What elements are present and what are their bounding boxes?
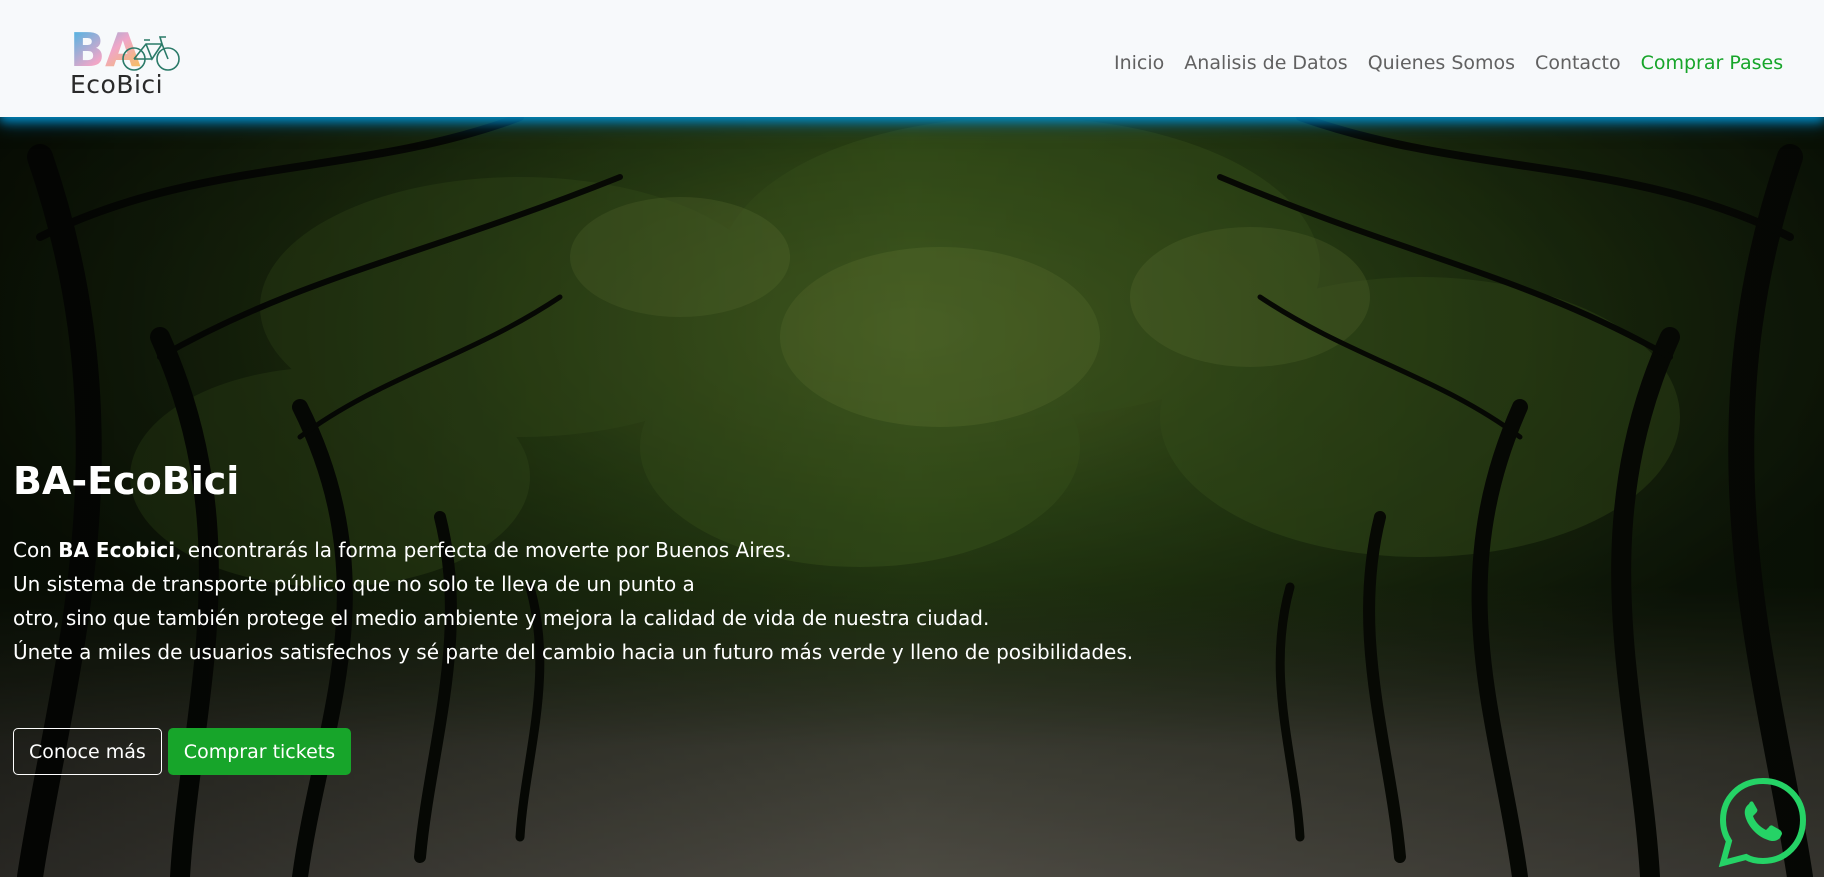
- bicycle-icon: BA: [70, 26, 180, 76]
- nav-item-analisis-de-datos[interactable]: Analisis de Datos: [1184, 52, 1347, 74]
- whatsapp-button[interactable]: [1718, 777, 1808, 868]
- conoce-mas-button[interactable]: Conoce más: [13, 728, 162, 775]
- hero-line-1: Con BA Ecobici, encontrarás la forma per…: [13, 533, 1133, 567]
- nav-item-comprar-pases[interactable]: Comprar Pases: [1641, 52, 1784, 74]
- nav-item-inicio[interactable]: Inicio: [1114, 52, 1164, 74]
- hero-title: BA-EcoBici: [13, 459, 240, 503]
- hero-line-4: Únete a miles de usuarios satisfechos y …: [13, 640, 1134, 664]
- comprar-tickets-button[interactable]: Comprar tickets: [167, 728, 352, 775]
- logo-text: EcoBici: [70, 70, 164, 99]
- hero-description: Con BA Ecobici, encontrarás la forma per…: [13, 533, 1133, 669]
- hero-line-2: Un sistema de transporte público que no …: [13, 572, 695, 596]
- main-nav: Inicio Analisis de Datos Quienes Somos C…: [1114, 52, 1783, 74]
- hero-buttons: Conoce más Comprar tickets: [13, 728, 1133, 775]
- whatsapp-icon: [1718, 777, 1807, 868]
- logo-initials: BA: [70, 26, 141, 76]
- hero-intro-prefix: Con: [13, 538, 59, 562]
- hero-intro-suffix: , encontrarás la forma perfecta de mover…: [175, 538, 792, 562]
- brand-logo[interactable]: BA EcoBici: [70, 26, 190, 102]
- hero-line-3: otro, sino que también protege el medio …: [13, 606, 990, 630]
- hero-content: BA-EcoBici Con BA Ecobici, encontrarás l…: [13, 462, 1133, 775]
- hero-section: BA-EcoBici Con BA Ecobici, encontrarás l…: [0, 117, 1824, 877]
- nav-item-quienes-somos[interactable]: Quienes Somos: [1368, 52, 1515, 74]
- hero-intro-bold: BA Ecobici: [58, 538, 176, 562]
- navbar: BA EcoBici Inicio Analisis de Datos Quie…: [0, 0, 1824, 117]
- nav-item-contacto[interactable]: Contacto: [1535, 52, 1621, 74]
